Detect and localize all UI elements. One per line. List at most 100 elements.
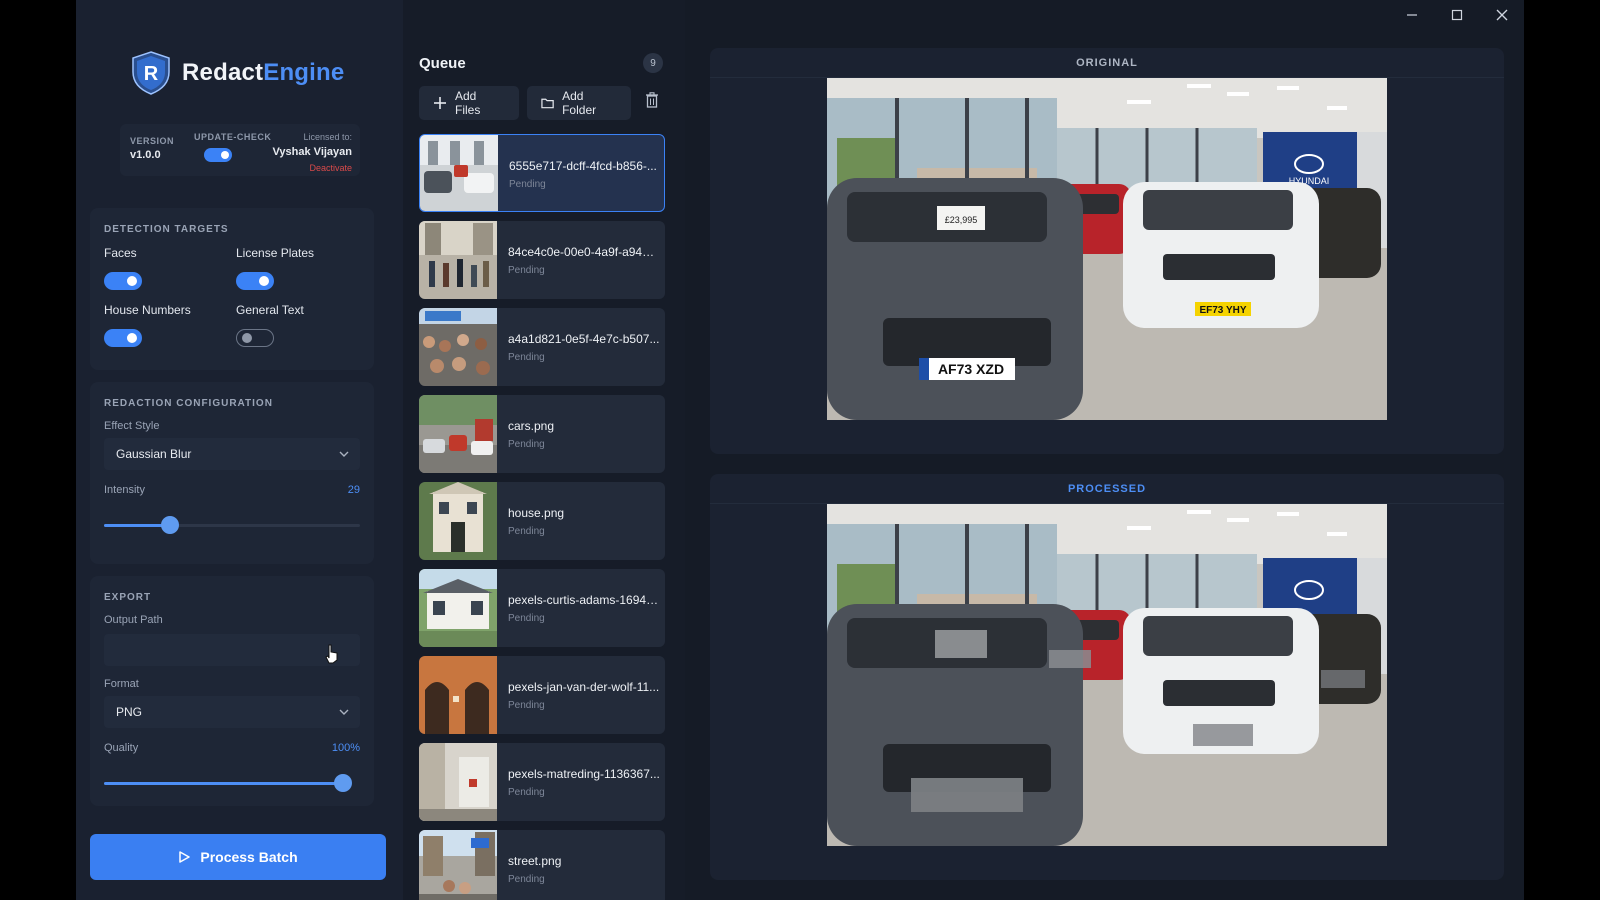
license-block: Licensed to: Vyshak Vijayan Deactivate bbox=[273, 132, 353, 173]
queue-item[interactable]: pexels-curtis-adams-16940... Pending bbox=[419, 569, 665, 647]
queue-item-name: cars.png bbox=[508, 419, 555, 433]
queue-item-name: 6555e717-dcff-4fcd-b856-... bbox=[509, 159, 657, 173]
original-image: HYUNDAI EF73 YHY £23,995 AF73 XZD bbox=[827, 78, 1387, 420]
close-icon[interactable] bbox=[1479, 0, 1524, 30]
queue-item-status: Pending bbox=[508, 874, 545, 885]
sidebar: R RedactEngine VERSION v1.0.0 UPDATE-CHE… bbox=[76, 0, 403, 900]
original-label: ORIGINAL bbox=[710, 48, 1504, 78]
intensity-label: Intensity bbox=[104, 484, 145, 496]
info-card: VERSION v1.0.0 UPDATE-CHECK Licensed to:… bbox=[120, 124, 360, 176]
queue-thumbnail bbox=[420, 135, 498, 211]
update-check-block: UPDATE-CHECK bbox=[194, 132, 271, 162]
effect-style-label: Effect Style bbox=[104, 420, 160, 432]
queue-item-name: pexels-matreding-1136367... bbox=[508, 767, 660, 781]
queue-item-status: Pending bbox=[509, 179, 546, 190]
showroom-image: HYUNDAI EF73 YHY £23,995 AF73 XZD bbox=[827, 78, 1387, 420]
quality-value: 100% bbox=[331, 742, 360, 754]
queue-item-name: 84ce4c0e-00e0-4a9f-a94d-... bbox=[508, 245, 660, 259]
queue-item[interactable]: house.png Pending bbox=[419, 482, 665, 560]
queue-item[interactable]: a4a1d821-0e5f-4e7c-b507... Pending bbox=[419, 308, 665, 386]
intensity-value: 29 bbox=[347, 484, 360, 496]
queue-thumbnail bbox=[419, 569, 497, 647]
queue-item-status: Pending bbox=[508, 352, 545, 363]
redaction-panel: REDACTION CONFIGURATION Effect Style Gau… bbox=[90, 382, 374, 564]
original-plate-1: AF73 XZD bbox=[938, 361, 1004, 377]
queue-item[interactable]: pexels-matreding-1136367... Pending bbox=[419, 743, 665, 821]
process-batch-button[interactable]: Process Batch bbox=[90, 834, 386, 880]
faces-toggle[interactable] bbox=[104, 272, 142, 290]
quality-slider-fill bbox=[104, 782, 343, 785]
license-plates-toggle[interactable] bbox=[236, 272, 274, 290]
add-folder-button[interactable]: Add Folder bbox=[527, 86, 631, 120]
queue-item-name: street.png bbox=[508, 854, 562, 868]
detection-panel: DETECTION TARGETS Faces License Plates H… bbox=[90, 208, 374, 370]
deactivate-link[interactable]: Deactivate bbox=[273, 163, 352, 173]
queue-item-name: house.png bbox=[508, 506, 565, 520]
minimize-icon[interactable] bbox=[1389, 0, 1434, 30]
export-title: EXPORT bbox=[104, 592, 152, 603]
price-sticker: £23,995 bbox=[945, 215, 978, 225]
licensed-to-label: Licensed to: bbox=[303, 132, 352, 142]
queue-item-name: pexels-curtis-adams-16940... bbox=[508, 593, 660, 607]
processed-image bbox=[827, 504, 1387, 846]
intensity-slider[interactable] bbox=[104, 516, 360, 534]
play-icon bbox=[179, 851, 191, 863]
app-name: RedactEngine bbox=[182, 59, 344, 87]
trash-icon[interactable] bbox=[645, 92, 659, 108]
output-path-input[interactable] bbox=[104, 634, 360, 666]
queue-item-status: Pending bbox=[508, 439, 545, 450]
detection-title: DETECTION TARGETS bbox=[104, 224, 229, 235]
chevron-down-icon bbox=[339, 709, 349, 715]
queue-item[interactable]: cars.png Pending bbox=[419, 395, 665, 473]
update-check-label: UPDATE-CHECK bbox=[194, 132, 272, 142]
queue-thumbnail bbox=[419, 743, 497, 821]
add-folder-label: Add Folder bbox=[562, 89, 597, 117]
queue-thumbnail bbox=[419, 482, 497, 560]
add-files-button[interactable]: Add Files bbox=[419, 86, 519, 120]
effect-style-select[interactable]: Gaussian Blur bbox=[104, 438, 360, 470]
queue-thumbnail bbox=[419, 395, 497, 473]
version-label: VERSION bbox=[130, 136, 175, 146]
quality-slider-thumb[interactable] bbox=[334, 774, 352, 792]
maximize-icon[interactable] bbox=[1434, 0, 1479, 30]
blurred-plate bbox=[1193, 724, 1253, 746]
shield-logo-icon: R bbox=[132, 51, 170, 95]
blurred-plate bbox=[1321, 670, 1365, 688]
chevron-down-icon bbox=[339, 451, 349, 457]
general-text-toggle[interactable] bbox=[236, 329, 274, 347]
queue-item[interactable]: 84ce4c0e-00e0-4a9f-a94d-... Pending bbox=[419, 221, 665, 299]
queue-item[interactable]: street.png Pending bbox=[419, 830, 665, 900]
format-select[interactable]: PNG bbox=[104, 696, 360, 728]
queue-item-name: a4a1d821-0e5f-4e7c-b507... bbox=[508, 332, 660, 346]
faces-label: Faces bbox=[104, 246, 137, 260]
queue-item-status: Pending bbox=[508, 265, 545, 276]
add-files-label: Add Files bbox=[455, 89, 481, 117]
house-numbers-toggle[interactable] bbox=[104, 329, 142, 347]
licensed-name: Vyshak Vijayan bbox=[272, 146, 353, 158]
queue-item[interactable]: pexels-jan-van-der-wolf-11... Pending bbox=[419, 656, 665, 734]
update-check-toggle[interactable] bbox=[204, 148, 232, 162]
processed-preview: PROCESSED bbox=[710, 474, 1504, 880]
version-block: VERSION v1.0.0 bbox=[130, 136, 174, 161]
license-plates-label: License Plates bbox=[236, 246, 315, 260]
queue-item[interactable]: 6555e717-dcff-4fcd-b856-... Pending bbox=[419, 134, 665, 212]
effect-style-value: Gaussian Blur bbox=[116, 447, 192, 461]
quality-slider[interactable] bbox=[104, 774, 352, 792]
format-value: PNG bbox=[116, 705, 143, 719]
intensity-slider-thumb[interactable] bbox=[161, 516, 179, 534]
queue-thumbnail bbox=[419, 830, 497, 900]
blurred-sticker bbox=[935, 630, 987, 658]
blurred-plate bbox=[1049, 650, 1091, 668]
original-plate-2: EF73 YHY bbox=[1199, 305, 1246, 316]
process-batch-label: Process Batch bbox=[200, 849, 298, 865]
queue-panel: Queue 9 Add Files Add Folder 6555e717-dc… bbox=[403, 0, 685, 900]
redaction-title: REDACTION CONFIGURATION bbox=[104, 398, 273, 409]
folder-icon bbox=[541, 98, 554, 109]
processed-label: PROCESSED bbox=[710, 474, 1504, 504]
queue-thumbnail bbox=[419, 308, 497, 386]
queue-item-status: Pending bbox=[508, 787, 545, 798]
queue-thumbnail bbox=[419, 221, 497, 299]
queue-count-badge: 9 bbox=[643, 53, 663, 73]
output-path-label: Output Path bbox=[104, 614, 163, 626]
brand: R RedactEngine bbox=[128, 50, 344, 96]
